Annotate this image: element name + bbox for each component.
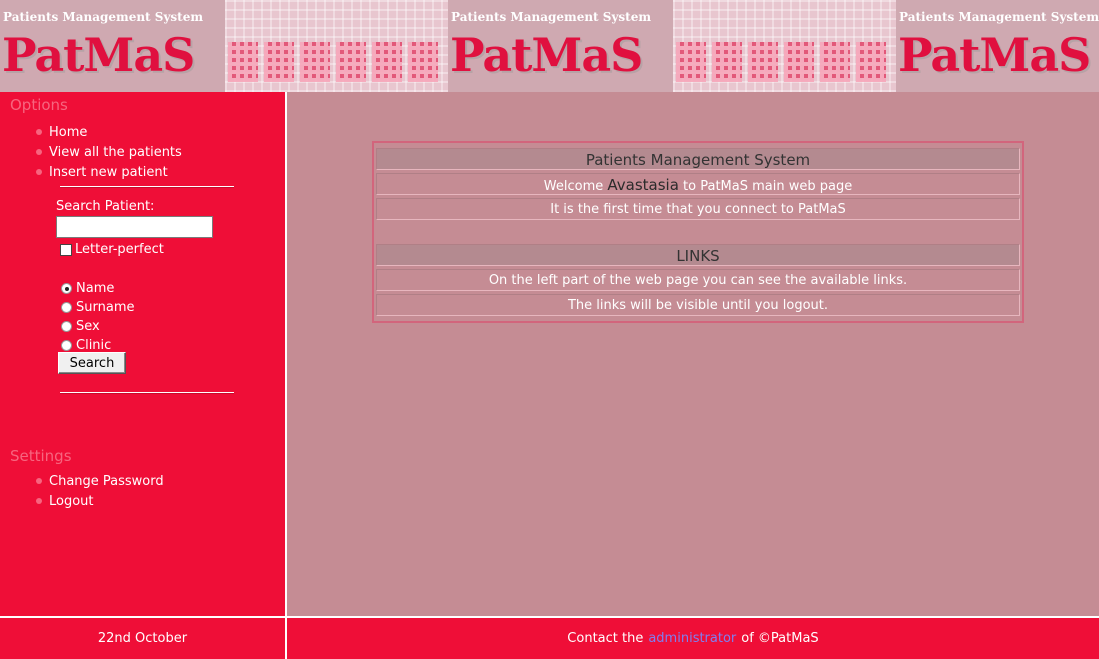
welcome-panel: Patients Management System Welcome Avast… [372,141,1024,323]
page-title: Patients Management System [376,148,1020,170]
banner-subtitle: Patients Management System [899,10,1099,24]
nav-item-label: Change Password [49,473,164,489]
pixel-pattern [676,42,890,84]
footer-contact: Contact the administrator of ©PatMaS [287,618,1099,659]
banner-logo: PatMaS [2,28,195,82]
letter-perfect-option[interactable]: Letter-perfect [60,242,164,257]
bullet-icon [36,129,42,135]
radio-button[interactable] [61,321,72,332]
sidebar: Options Home View all the patients Inser… [0,92,285,616]
administrator-link[interactable]: administrator [648,631,736,646]
main-content: Patients Management System Welcome Avast… [287,92,1099,616]
radio-label: Sex [76,319,100,334]
settings-heading: Settings [10,447,72,465]
links-info-line: On the left part of the web page you can… [376,269,1020,291]
search-field-radio-group: Name Surname Sex Clinic [61,279,134,355]
banner-logo: PatMaS [450,28,643,82]
radio-button[interactable] [61,340,72,351]
radio-button[interactable] [61,302,72,313]
nav-item-label: Home [49,124,88,140]
radio-name[interactable]: Name [61,279,134,298]
bullet-icon [36,169,42,175]
contact-suffix: of ©PatMaS [741,631,819,646]
welcome-suffix: to PatMaS main web page [683,179,853,194]
nav-item-change-password[interactable]: Change Password [36,471,164,491]
divider [60,392,234,394]
nav-item-label: Insert new patient [49,164,168,180]
first-time-message: It is the first time that you connect to… [376,198,1020,220]
options-heading: Options [10,96,68,114]
radio-sex[interactable]: Sex [61,317,134,336]
radio-surname[interactable]: Surname [61,298,134,317]
nav-item-insert-new-patient[interactable]: Insert new patient [36,162,182,182]
banner-subtitle: Patients Management System [3,10,204,24]
letter-perfect-label: Letter-perfect [75,242,164,257]
settings-menu: Change Password Logout [36,471,164,511]
contact-prefix: Contact the [567,631,644,646]
nav-item-label: Logout [49,493,94,509]
user-name: Avastasia [607,176,679,194]
banner-tile: Patients Management System PatMaS [0,0,448,92]
radio-label: Name [76,281,115,296]
nav-item-logout[interactable]: Logout [36,491,164,511]
banner-tile: Patients Management System PatMaS [448,0,896,92]
options-menu: Home View all the patients Insert new pa… [36,122,182,182]
letter-perfect-checkbox[interactable] [60,243,72,256]
bullet-icon [36,498,42,504]
links-heading: LINKS [376,244,1020,266]
banner-subtitle: Patients Management System [451,10,652,24]
search-patient-label: Search Patient: [56,199,155,214]
radio-button[interactable] [61,283,72,294]
search-patient-input[interactable] [56,216,213,238]
bullet-icon [36,478,42,484]
search-button[interactable]: Search [58,352,126,374]
links-info-line: The links will be visible until you logo… [376,294,1020,316]
radio-label: Surname [76,300,135,315]
welcome-message: Welcome Avastasia to PatMaS main web pag… [376,173,1020,195]
footer-date: 22nd October [0,618,285,659]
welcome-prefix: Welcome [543,179,604,194]
header-banner: Patients Management System PatMaS Patien… [0,0,1099,92]
nav-item-label: View all the patients [49,144,182,160]
nav-item-view-all-patients[interactable]: View all the patients [36,142,182,162]
bullet-icon [36,149,42,155]
divider [60,186,234,188]
banner-tile: Patients Management System PatMaS [896,0,1099,92]
nav-item-home[interactable]: Home [36,122,182,142]
pixel-pattern [228,42,442,84]
banner-logo: PatMaS [898,28,1091,82]
radio-label: Clinic [76,338,112,353]
